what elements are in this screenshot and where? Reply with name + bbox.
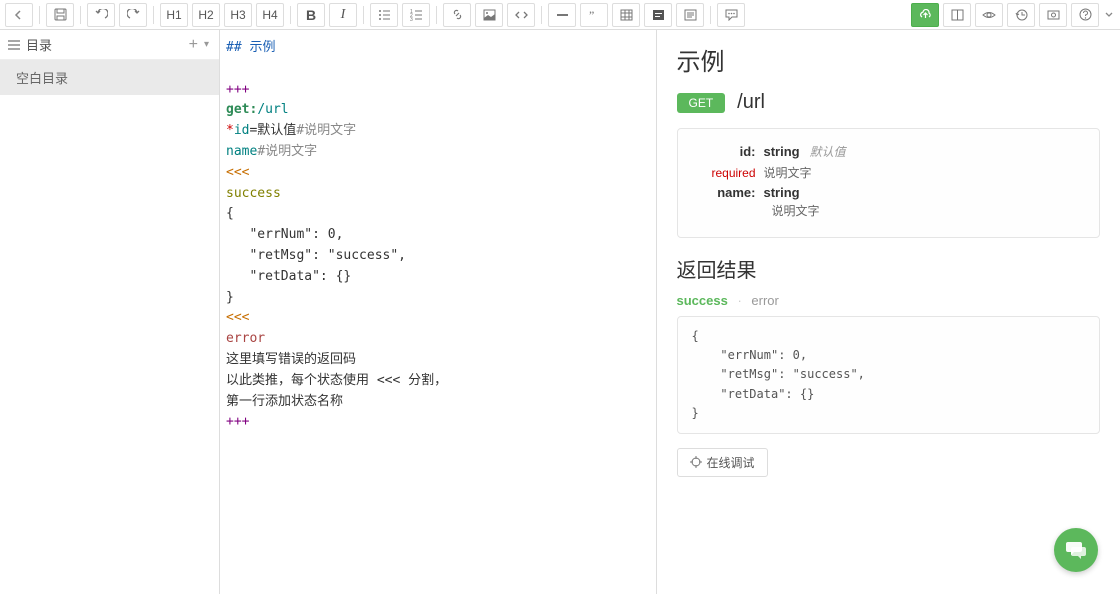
- param-desc: 说明文字: [694, 202, 1084, 219]
- api-endpoint: GET /url: [677, 91, 1101, 114]
- chat-icon: [1065, 540, 1087, 560]
- param-default: 默认值: [810, 143, 846, 160]
- editor-line: "retData": {}: [226, 267, 650, 288]
- quote-button[interactable]: ”: [580, 3, 608, 27]
- param-desc: 说明文字: [764, 164, 812, 181]
- editor-line: get:/url: [226, 100, 650, 121]
- undo-button[interactable]: [87, 3, 115, 27]
- more-button[interactable]: [1102, 3, 1116, 27]
- result-title: 返回结果: [677, 254, 1101, 283]
- param-key: name:: [694, 185, 764, 200]
- h2-button[interactable]: H2: [192, 3, 220, 27]
- editor-line: name#说明文字: [226, 142, 650, 163]
- editor-line: <<<: [226, 163, 650, 184]
- image-button[interactable]: [475, 3, 503, 27]
- param-key: id:: [694, 144, 764, 159]
- response-code: { "errNum": 0, "retMsg": "success", "ret…: [677, 316, 1101, 434]
- status-tabs: success · error: [677, 293, 1101, 308]
- h4-button[interactable]: H4: [256, 3, 284, 27]
- h1-button[interactable]: H1: [160, 3, 188, 27]
- editor-line: }: [226, 288, 650, 309]
- table-button[interactable]: [612, 3, 640, 27]
- editor-line: success: [226, 184, 650, 205]
- api-url: /url: [737, 91, 765, 114]
- editor-line: {: [226, 204, 650, 225]
- italic-button[interactable]: I: [329, 3, 357, 27]
- params-box: id: string 默认值 required 说明文字 name: strin…: [677, 128, 1101, 238]
- upload-button[interactable]: [911, 3, 939, 27]
- editor-line: +++: [226, 80, 650, 101]
- param-type: string: [764, 185, 800, 200]
- editor-line: [226, 59, 650, 80]
- h3-button[interactable]: H3: [224, 3, 252, 27]
- svg-text:3: 3: [410, 17, 413, 21]
- debug-label: 在线调试: [707, 454, 755, 471]
- editor-line: +++: [226, 412, 650, 433]
- preview-pane: 示例 GET /url id: string 默认值 required 说明文字…: [657, 30, 1120, 594]
- editor-line: "errNum": 0,: [226, 225, 650, 246]
- toolbar: H1 H2 H3 H4 B I 123 ”: [0, 0, 1120, 30]
- sidebar: 目录 + ▾ 空白目录: [0, 30, 220, 594]
- save-button[interactable]: [46, 3, 74, 27]
- link-button[interactable]: [443, 3, 471, 27]
- editor-line: ## 示例: [226, 38, 650, 59]
- ul-button[interactable]: [370, 3, 398, 27]
- editor-line: "retMsg": "success",: [226, 246, 650, 267]
- status-tab-success[interactable]: success: [677, 293, 728, 308]
- editor-line: 这里填写错误的返回码: [226, 350, 650, 371]
- editor-pane[interactable]: ## 示例 +++ get:/url *id=默认值#说明文字 name#说明文…: [220, 30, 657, 594]
- redo-button[interactable]: [119, 3, 147, 27]
- history-button[interactable]: [1007, 3, 1035, 27]
- status-tab-error[interactable]: error: [751, 293, 778, 308]
- code-button[interactable]: [507, 3, 535, 27]
- editor-line: 第一行添加状态名称: [226, 392, 650, 413]
- comment-button[interactable]: [717, 3, 745, 27]
- crosshair-icon: [690, 456, 702, 468]
- editor-line: error: [226, 329, 650, 350]
- sidebar-title: 目录: [26, 35, 185, 54]
- split-view-button[interactable]: [943, 3, 971, 27]
- editor-line: <<<: [226, 308, 650, 329]
- debug-button[interactable]: 在线调试: [677, 448, 768, 477]
- preview-button[interactable]: [975, 3, 1003, 27]
- ol-button[interactable]: 123: [402, 3, 430, 27]
- export-button[interactable]: [1039, 3, 1067, 27]
- api-button[interactable]: [644, 3, 672, 27]
- help-button[interactable]: [1071, 3, 1099, 27]
- template-button[interactable]: [676, 3, 704, 27]
- editor-line: 以此类推，每个状态使用 <<< 分割，: [226, 371, 650, 392]
- editor-line: *id=默认值#说明文字: [226, 121, 650, 142]
- method-badge: GET: [677, 93, 726, 113]
- param-required: required: [694, 166, 764, 180]
- back-button[interactable]: [5, 3, 33, 27]
- menu-icon: [8, 40, 20, 50]
- svg-text:”: ”: [589, 9, 594, 21]
- sidebar-item-blank[interactable]: 空白目录: [0, 60, 219, 95]
- bold-button[interactable]: B: [297, 3, 325, 27]
- toc-caret[interactable]: ▾: [202, 39, 211, 50]
- chat-fab[interactable]: [1054, 528, 1098, 572]
- param-type: string: [764, 144, 800, 159]
- preview-title: 示例: [677, 42, 1101, 77]
- hr-button[interactable]: [548, 3, 576, 27]
- add-toc-button[interactable]: +: [185, 36, 202, 54]
